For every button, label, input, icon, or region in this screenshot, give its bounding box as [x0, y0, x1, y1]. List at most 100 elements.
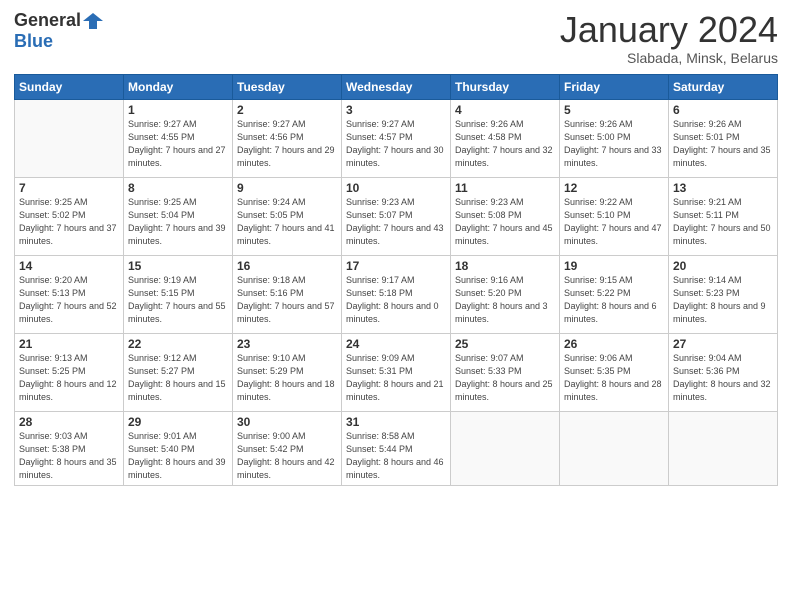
day-info: Sunrise: 9:04 AM Sunset: 5:36 PM Dayligh… [673, 352, 773, 404]
day-info: Sunrise: 9:07 AM Sunset: 5:33 PM Dayligh… [455, 352, 555, 404]
weekday-header-row: Sunday Monday Tuesday Wednesday Thursday… [15, 74, 778, 99]
calendar-week-2: 7Sunrise: 9:25 AM Sunset: 5:02 PM Daylig… [15, 177, 778, 255]
day-number: 1 [128, 103, 228, 117]
day-number: 19 [564, 259, 664, 273]
day-number: 3 [346, 103, 446, 117]
table-cell: 5Sunrise: 9:26 AM Sunset: 5:00 PM Daylig… [560, 99, 669, 177]
day-info: Sunrise: 9:26 AM Sunset: 5:01 PM Dayligh… [673, 118, 773, 170]
day-number: 14 [19, 259, 119, 273]
day-number: 30 [237, 415, 337, 429]
header: General Blue January 2024 Slabada, Minsk… [14, 10, 778, 66]
day-number: 23 [237, 337, 337, 351]
logo: General Blue [14, 10, 103, 52]
table-cell: 30Sunrise: 9:00 AM Sunset: 5:42 PM Dayli… [233, 411, 342, 485]
table-cell: 20Sunrise: 9:14 AM Sunset: 5:23 PM Dayli… [669, 255, 778, 333]
calendar-week-4: 21Sunrise: 9:13 AM Sunset: 5:25 PM Dayli… [15, 333, 778, 411]
table-cell: 15Sunrise: 9:19 AM Sunset: 5:15 PM Dayli… [124, 255, 233, 333]
table-cell: 8Sunrise: 9:25 AM Sunset: 5:04 PM Daylig… [124, 177, 233, 255]
day-info: Sunrise: 9:06 AM Sunset: 5:35 PM Dayligh… [564, 352, 664, 404]
day-info: Sunrise: 9:20 AM Sunset: 5:13 PM Dayligh… [19, 274, 119, 326]
table-cell [560, 411, 669, 485]
day-number: 15 [128, 259, 228, 273]
day-info: Sunrise: 9:27 AM Sunset: 4:57 PM Dayligh… [346, 118, 446, 170]
calendar-table: Sunday Monday Tuesday Wednesday Thursday… [14, 74, 778, 486]
table-cell: 29Sunrise: 9:01 AM Sunset: 5:40 PM Dayli… [124, 411, 233, 485]
table-cell: 18Sunrise: 9:16 AM Sunset: 5:20 PM Dayli… [451, 255, 560, 333]
day-info: Sunrise: 8:58 AM Sunset: 5:44 PM Dayligh… [346, 430, 446, 482]
table-cell: 14Sunrise: 9:20 AM Sunset: 5:13 PM Dayli… [15, 255, 124, 333]
header-wednesday: Wednesday [342, 74, 451, 99]
table-cell: 13Sunrise: 9:21 AM Sunset: 5:11 PM Dayli… [669, 177, 778, 255]
day-number: 29 [128, 415, 228, 429]
header-tuesday: Tuesday [233, 74, 342, 99]
table-cell: 26Sunrise: 9:06 AM Sunset: 5:35 PM Dayli… [560, 333, 669, 411]
table-cell: 17Sunrise: 9:17 AM Sunset: 5:18 PM Dayli… [342, 255, 451, 333]
table-cell: 7Sunrise: 9:25 AM Sunset: 5:02 PM Daylig… [15, 177, 124, 255]
day-number: 9 [237, 181, 337, 195]
day-number: 12 [564, 181, 664, 195]
day-number: 25 [455, 337, 555, 351]
day-info: Sunrise: 9:27 AM Sunset: 4:55 PM Dayligh… [128, 118, 228, 170]
day-info: Sunrise: 9:22 AM Sunset: 5:10 PM Dayligh… [564, 196, 664, 248]
day-number: 7 [19, 181, 119, 195]
day-number: 10 [346, 181, 446, 195]
page-container: General Blue January 2024 Slabada, Minsk… [0, 0, 792, 494]
day-info: Sunrise: 9:18 AM Sunset: 5:16 PM Dayligh… [237, 274, 337, 326]
day-number: 28 [19, 415, 119, 429]
day-info: Sunrise: 9:25 AM Sunset: 5:04 PM Dayligh… [128, 196, 228, 248]
day-number: 26 [564, 337, 664, 351]
logo-general-text: General [14, 10, 81, 31]
table-cell: 4Sunrise: 9:26 AM Sunset: 4:58 PM Daylig… [451, 99, 560, 177]
day-info: Sunrise: 9:00 AM Sunset: 5:42 PM Dayligh… [237, 430, 337, 482]
day-info: Sunrise: 9:14 AM Sunset: 5:23 PM Dayligh… [673, 274, 773, 326]
day-number: 22 [128, 337, 228, 351]
table-cell [451, 411, 560, 485]
day-number: 21 [19, 337, 119, 351]
day-number: 6 [673, 103, 773, 117]
day-info: Sunrise: 9:03 AM Sunset: 5:38 PM Dayligh… [19, 430, 119, 482]
day-number: 27 [673, 337, 773, 351]
day-info: Sunrise: 9:19 AM Sunset: 5:15 PM Dayligh… [128, 274, 228, 326]
calendar-week-5: 28Sunrise: 9:03 AM Sunset: 5:38 PM Dayli… [15, 411, 778, 485]
table-cell: 19Sunrise: 9:15 AM Sunset: 5:22 PM Dayli… [560, 255, 669, 333]
day-number: 11 [455, 181, 555, 195]
calendar-week-3: 14Sunrise: 9:20 AM Sunset: 5:13 PM Dayli… [15, 255, 778, 333]
day-number: 20 [673, 259, 773, 273]
table-cell: 27Sunrise: 9:04 AM Sunset: 5:36 PM Dayli… [669, 333, 778, 411]
day-info: Sunrise: 9:13 AM Sunset: 5:25 PM Dayligh… [19, 352, 119, 404]
day-info: Sunrise: 9:21 AM Sunset: 5:11 PM Dayligh… [673, 196, 773, 248]
table-cell: 23Sunrise: 9:10 AM Sunset: 5:29 PM Dayli… [233, 333, 342, 411]
day-info: Sunrise: 9:27 AM Sunset: 4:56 PM Dayligh… [237, 118, 337, 170]
header-saturday: Saturday [669, 74, 778, 99]
day-number: 16 [237, 259, 337, 273]
calendar-body: 1Sunrise: 9:27 AM Sunset: 4:55 PM Daylig… [15, 99, 778, 485]
day-info: Sunrise: 9:26 AM Sunset: 4:58 PM Dayligh… [455, 118, 555, 170]
day-info: Sunrise: 9:16 AM Sunset: 5:20 PM Dayligh… [455, 274, 555, 326]
day-info: Sunrise: 9:26 AM Sunset: 5:00 PM Dayligh… [564, 118, 664, 170]
table-cell [15, 99, 124, 177]
day-info: Sunrise: 9:12 AM Sunset: 5:27 PM Dayligh… [128, 352, 228, 404]
day-number: 31 [346, 415, 446, 429]
title-section: January 2024 Slabada, Minsk, Belarus [560, 10, 778, 66]
calendar-week-1: 1Sunrise: 9:27 AM Sunset: 4:55 PM Daylig… [15, 99, 778, 177]
day-number: 8 [128, 181, 228, 195]
day-info: Sunrise: 9:09 AM Sunset: 5:31 PM Dayligh… [346, 352, 446, 404]
day-number: 2 [237, 103, 337, 117]
table-cell: 2Sunrise: 9:27 AM Sunset: 4:56 PM Daylig… [233, 99, 342, 177]
day-info: Sunrise: 9:23 AM Sunset: 5:07 PM Dayligh… [346, 196, 446, 248]
header-sunday: Sunday [15, 74, 124, 99]
header-thursday: Thursday [451, 74, 560, 99]
table-cell: 24Sunrise: 9:09 AM Sunset: 5:31 PM Dayli… [342, 333, 451, 411]
table-cell: 16Sunrise: 9:18 AM Sunset: 5:16 PM Dayli… [233, 255, 342, 333]
day-number: 24 [346, 337, 446, 351]
table-cell: 1Sunrise: 9:27 AM Sunset: 4:55 PM Daylig… [124, 99, 233, 177]
day-info: Sunrise: 9:15 AM Sunset: 5:22 PM Dayligh… [564, 274, 664, 326]
table-cell: 21Sunrise: 9:13 AM Sunset: 5:25 PM Dayli… [15, 333, 124, 411]
table-cell: 9Sunrise: 9:24 AM Sunset: 5:05 PM Daylig… [233, 177, 342, 255]
logo-bird-icon [83, 11, 103, 31]
month-title: January 2024 [560, 10, 778, 50]
header-friday: Friday [560, 74, 669, 99]
day-number: 13 [673, 181, 773, 195]
table-cell: 25Sunrise: 9:07 AM Sunset: 5:33 PM Dayli… [451, 333, 560, 411]
day-info: Sunrise: 9:10 AM Sunset: 5:29 PM Dayligh… [237, 352, 337, 404]
